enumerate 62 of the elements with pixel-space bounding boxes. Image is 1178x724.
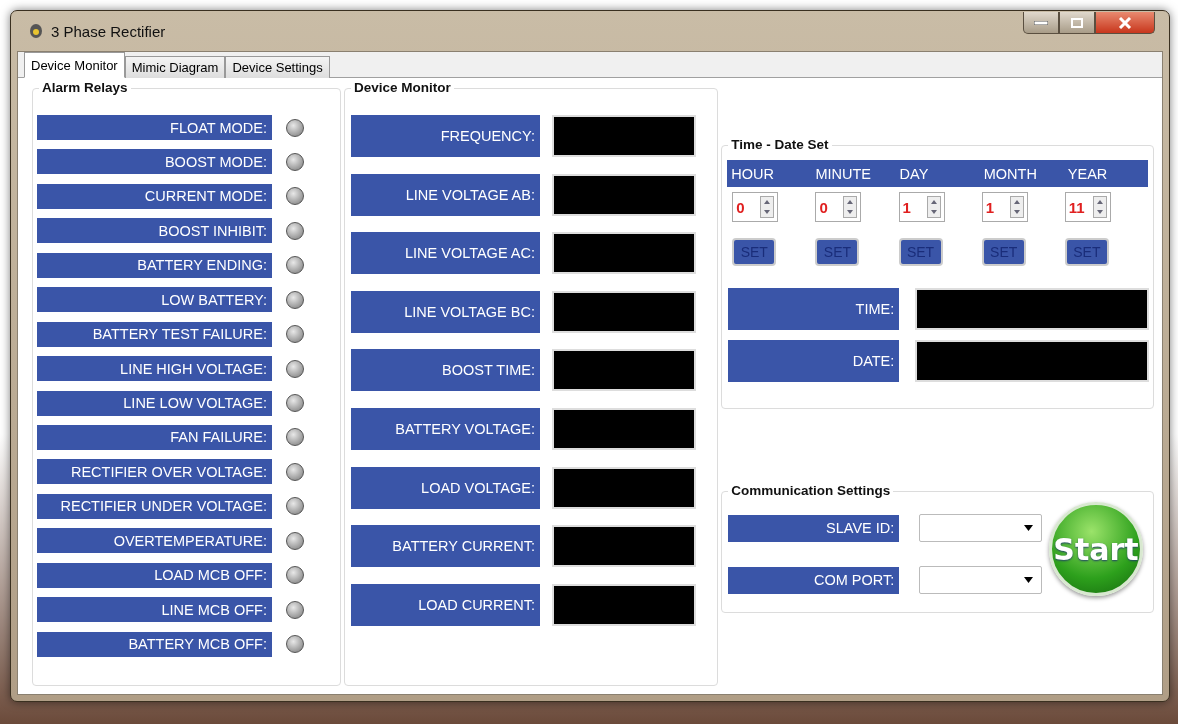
measurement-label: FREQUENCY: (350, 115, 540, 157)
tab[interactable]: Mimic Diagram (124, 56, 226, 78)
setting-label: COM PORT: (728, 566, 900, 594)
number-spinner[interactable]: 0 (732, 192, 779, 222)
relay-label: RECTIFIER UNDER VOLTAGE: (37, 493, 272, 519)
relay-label: BATTERY TEST FAILURE: (37, 321, 272, 347)
app-icon (29, 23, 43, 39)
measurement-label: BATTERY CURRENT: (350, 525, 540, 568)
setting-label: SLAVE ID: (728, 514, 900, 542)
column-heading: DAY (898, 165, 930, 182)
measurement-label: BATTERY VOLTAGE: (350, 407, 540, 450)
number-spinner[interactable]: 11 (1064, 192, 1111, 222)
relay-label: LINE LOW VOLTAGE: (37, 390, 272, 416)
measurement-label: BOOST TIME: (350, 349, 540, 392)
column-heading: MONTH (982, 165, 1038, 182)
measurement-label: LINE VOLTAGE AB: (350, 173, 540, 216)
relay-label: RECTIFIER OVER VOLTAGE: (37, 459, 272, 485)
tab[interactable]: Device Settings (225, 56, 330, 78)
relay-label: BATTERY MCB OFF: (37, 631, 272, 657)
caret-icon (1024, 525, 1034, 531)
maximize-icon (1071, 17, 1083, 28)
caret-icon (1024, 577, 1034, 583)
column-heading: MINUTE (814, 165, 872, 182)
relay-label: CURRENT MODE: (37, 183, 272, 209)
relay-label: FLOAT MODE: (37, 115, 272, 140)
tab[interactable]: Device Monitor (24, 52, 125, 78)
relay-label: BATTERY ENDING: (37, 252, 272, 278)
relay-label: LINE MCB OFF: (37, 597, 272, 623)
minimize-button[interactable] (1023, 12, 1059, 34)
number-spinner[interactable]: 0 (815, 192, 862, 222)
group-title: Device Monitor (350, 80, 454, 95)
spinner-arrows-icon[interactable] (1009, 196, 1024, 218)
relay-label: LINE HIGH VOLTAGE: (37, 356, 272, 382)
relay-label: BOOST INHIBIT: (37, 218, 272, 244)
number-spinner[interactable]: 1 (898, 192, 945, 222)
group-title: Alarm Relays (39, 80, 131, 95)
spinner-arrows-icon[interactable] (843, 196, 858, 218)
number-spinner[interactable]: 1 (981, 192, 1028, 222)
measurement-label: LINE VOLTAGE AC: (350, 232, 540, 275)
column-heading: HOUR (730, 165, 775, 182)
measurement-label: LOAD CURRENT: (350, 583, 540, 626)
close-icon (1118, 16, 1132, 29)
group-title: Communication Settings (728, 483, 894, 498)
spinner-arrows-icon[interactable] (926, 196, 941, 218)
close-button[interactable] (1095, 12, 1155, 34)
window-title: 3 Phase Rectifier (51, 22, 166, 40)
maximize-button[interactable] (1059, 12, 1095, 34)
display-label: DATE: (728, 340, 900, 382)
relay-label: LOW BATTERY: (37, 287, 272, 313)
measurement-label: LINE VOLTAGE BC: (350, 290, 540, 333)
minimize-icon (1034, 20, 1048, 25)
column-heading: YEAR (1066, 165, 1109, 182)
spinner-arrows-icon[interactable] (760, 196, 775, 218)
display-label: TIME: (728, 288, 900, 330)
relay-label: FAN FAILURE: (37, 424, 272, 450)
relay-label: OVERTEMPERATURE: (37, 528, 272, 554)
relay-label: LOAD MCB OFF: (37, 562, 272, 588)
start-button[interactable]: Start (1049, 502, 1143, 596)
relay-label: BOOST MODE: (37, 149, 272, 175)
measurement-label: LOAD VOLTAGE: (350, 466, 540, 509)
spinner-arrows-icon[interactable] (1092, 196, 1107, 218)
group-title: Time - Date Set (728, 137, 832, 152)
